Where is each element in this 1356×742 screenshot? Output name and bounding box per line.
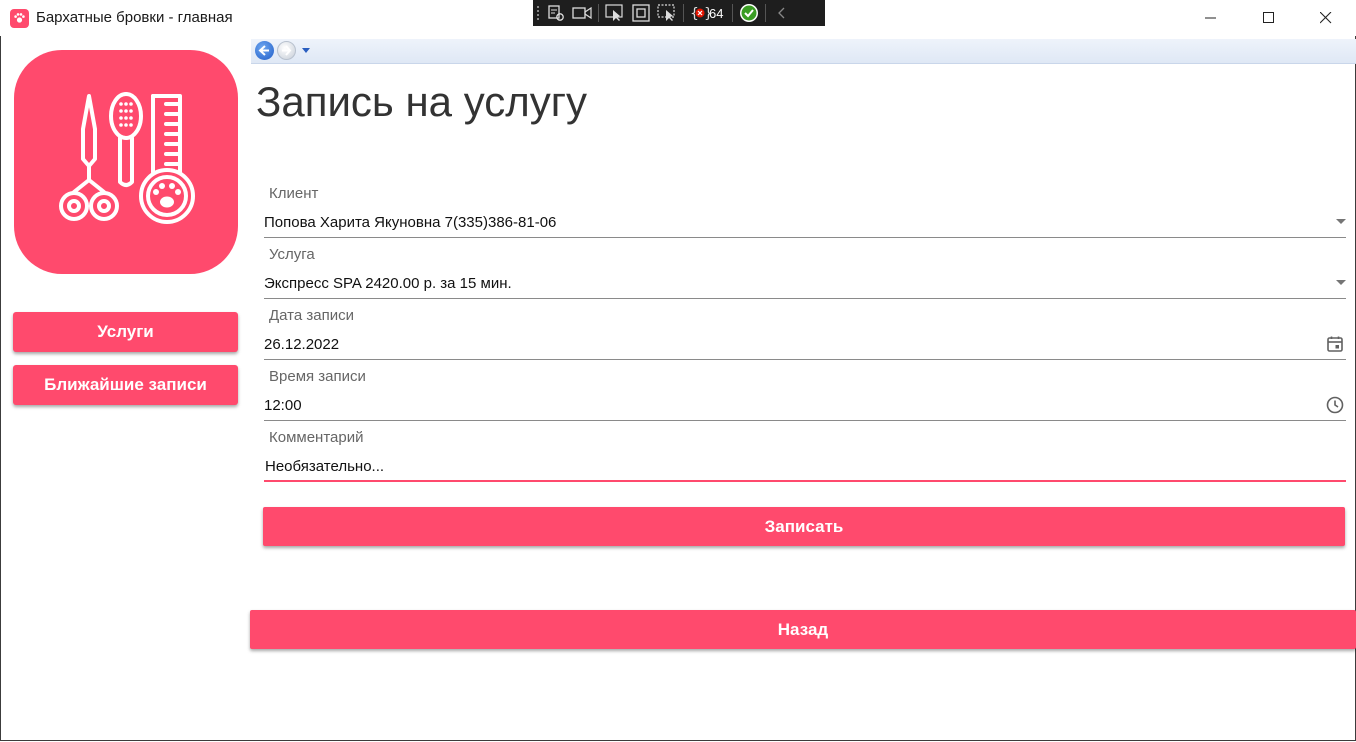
record-icon[interactable] (569, 0, 595, 26)
client-underline (264, 237, 1346, 238)
calendar-icon[interactable] (1326, 335, 1344, 353)
frame-navigation-bar (251, 39, 1356, 64)
minimize-button[interactable] (1188, 0, 1234, 36)
service-label: Услуга (269, 246, 315, 263)
time-label: Время записи (269, 368, 366, 385)
hot-reload-check-icon[interactable] (736, 0, 762, 26)
toolbar-separator (732, 4, 734, 22)
date-label: Дата записи (269, 307, 354, 324)
service-underline (264, 298, 1346, 299)
logo (14, 50, 238, 274)
clock-icon[interactable] (1326, 396, 1344, 414)
close-button[interactable] (1303, 0, 1349, 36)
nearest-appointments-button[interactable]: Ближайшие записи (13, 365, 238, 405)
toolbar-separator (598, 4, 599, 22)
binding-failures-count: 64 (709, 5, 724, 21)
toolbar-separator (683, 4, 684, 22)
chevron-down-icon[interactable] (1336, 280, 1346, 285)
back-button[interactable]: Назад (250, 610, 1356, 649)
comment-underline (264, 480, 1346, 482)
services-button[interactable]: Услуги (13, 312, 238, 352)
back-arrow-icon[interactable] (255, 41, 274, 60)
client-label: Клиент (269, 185, 319, 202)
time-underline (264, 420, 1346, 421)
client-select[interactable]: Попова Харита Якуновна 7(335)386-81-06 (264, 214, 556, 231)
time-picker-input[interactable]: 12:00 (264, 397, 302, 414)
paw-app-icon (10, 9, 29, 28)
grooming-tools-icon (59, 92, 195, 224)
page-title: Запись на услугу (256, 78, 588, 125)
collapse-chevron-icon[interactable] (769, 0, 795, 26)
track-focused-element-icon[interactable] (654, 0, 680, 26)
maximize-button[interactable] (1246, 0, 1292, 36)
toolbar-separator (765, 4, 767, 22)
minimize-icon (1205, 17, 1216, 19)
select-element-icon[interactable] (602, 0, 628, 26)
live-visual-tree-icon[interactable] (543, 0, 569, 26)
history-dropdown-icon[interactable] (302, 48, 310, 53)
forward-arrow-icon[interactable] (277, 41, 296, 60)
toolbar-grip[interactable] (533, 0, 543, 26)
display-layout-adorners-icon[interactable] (628, 0, 654, 26)
date-underline (264, 359, 1346, 360)
chevron-down-icon[interactable] (1336, 219, 1346, 224)
submit-button[interactable]: Записать (263, 507, 1345, 546)
debug-toolbar: {} 64 (533, 0, 825, 26)
close-icon (1320, 12, 1332, 24)
maximize-icon (1263, 12, 1274, 23)
date-picker-input[interactable]: 26.12.2022 (264, 336, 339, 353)
comment-label: Комментарий (269, 429, 364, 446)
window-title: Бархатные бровки - главная (36, 9, 233, 26)
service-select[interactable]: Экспресс SPA 2420.00 р. за 15 мин. (264, 275, 512, 292)
comment-input[interactable]: Необязательно... (265, 458, 384, 475)
